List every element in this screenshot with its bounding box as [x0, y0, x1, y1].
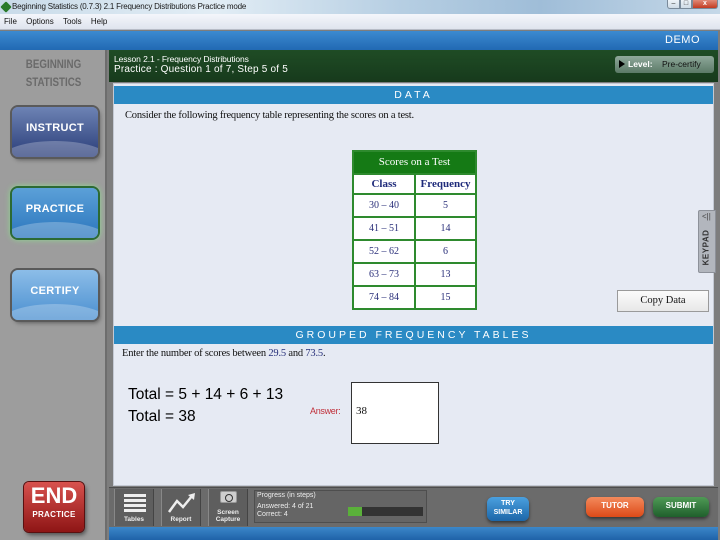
app-window: Beginning Statistics (0.7.3) 2.1 Frequen… [0, 0, 720, 540]
lesson-title: Lesson 2.1 - Frequency Distributions [114, 54, 249, 64]
menu-file[interactable]: File [4, 14, 17, 30]
screen-capture-button[interactable]: Screen Capture [208, 489, 248, 526]
report-label: Report [170, 516, 192, 523]
capture-label-line-2: Capture [215, 516, 241, 523]
question-prompt: Enter the number of scores between 29.5 … [122, 348, 326, 359]
answer-label: Answer: [310, 406, 341, 416]
close-button[interactable]: x [692, 0, 718, 9]
work-annotation: Total = 5 + 14 + 6 + 13 Total = 38 [128, 384, 283, 428]
frequency-cell: 15 [416, 287, 475, 308]
submit-button[interactable]: SUBMIT [653, 497, 709, 517]
table-row: 30 – 40 5 [354, 195, 475, 216]
try-label: TRY [501, 500, 515, 507]
header-frequency: Frequency [416, 175, 475, 193]
table-row: 41 – 51 14 [354, 218, 475, 239]
play-triangle-icon [619, 60, 625, 68]
menu-bar: File Options Tools Help [0, 14, 720, 30]
work-line-1: Total = 5 + 14 + 6 + 13 [128, 386, 284, 403]
similar-label: SIMILAR [493, 509, 523, 516]
lesson-subtitle: Practice : Question 1 of 7, Step 5 of 5 [114, 64, 289, 75]
footer-bar [109, 527, 718, 540]
class-cell: 74 – 84 [354, 287, 414, 308]
end-practice-button[interactable]: END PRACTICE [24, 482, 84, 532]
capture-label: Screen Capture [209, 509, 247, 523]
grouped-section-heading: GROUPED FREQUENCY TABLES [114, 326, 713, 344]
keypad-tab[interactable]: <|| KEYPAD [698, 210, 716, 273]
frequency-table: Scores on a Test Class Frequency 30 – 40… [352, 150, 477, 310]
app-logo: BEGINNING STATISTICS [8, 56, 99, 92]
lesson-header: Lesson 2.1 - Frequency Distributions Pra… [109, 50, 718, 82]
end-sub-label: PRACTICE [32, 510, 76, 519]
tables-button[interactable]: Tables [114, 489, 154, 526]
prompt-end: . [322, 348, 326, 359]
answered-count: Answered: 4 of 21 [257, 503, 314, 510]
frequency-cell: 13 [416, 264, 475, 285]
work-line-2: Total = 38 [128, 408, 196, 425]
table-row: 63 – 73 13 [354, 264, 475, 285]
demo-badge: DEMO [665, 34, 700, 46]
trend-chart-icon [167, 493, 195, 513]
upper-bound: 73.5 [305, 348, 323, 359]
header-class: Class [354, 175, 414, 193]
end-label: END [30, 483, 78, 508]
top-header: DEMO [0, 31, 718, 50]
window-title: Beginning Statistics (0.7.3) 2.1 Frequen… [12, 2, 247, 11]
camera-icon [220, 491, 237, 503]
progress-panel: Progress (in steps) Answered: 4 of 21 Co… [254, 490, 427, 523]
tutor-button[interactable]: TUTOR [586, 497, 644, 517]
class-cell: 30 – 40 [354, 195, 414, 216]
app-icon [0, 1, 12, 13]
report-button[interactable]: Report [161, 489, 201, 526]
expand-chevron-icon: <|| [702, 212, 711, 221]
class-cell: 41 – 51 [354, 218, 414, 239]
try-similar-button[interactable]: TRY SIMILAR [487, 497, 529, 521]
tables-label: Tables [123, 516, 145, 523]
keypad-label: KEYPAD [701, 229, 711, 266]
answer-input[interactable]: 38 [351, 382, 439, 444]
practice-button[interactable]: PRACTICE [12, 188, 98, 238]
table-header-row: Class Frequency [354, 175, 475, 193]
frequency-cell: 6 [416, 241, 475, 262]
level-value: Pre-certify [662, 59, 701, 69]
copy-data-button[interactable]: Copy Data [617, 290, 709, 312]
level-button[interactable]: Level: Pre-certify [615, 56, 714, 73]
menu-help[interactable]: Help [91, 14, 107, 30]
certify-button[interactable]: CERTIFY [12, 270, 98, 320]
menu-options[interactable]: Options [26, 14, 54, 30]
window-title-bar: Beginning Statistics (0.7.3) 2.1 Frequen… [0, 0, 720, 14]
logo-line-1: BEGINNING [25, 59, 82, 71]
correct-count: Correct: 4 [257, 511, 288, 518]
minimize-button[interactable]: – [667, 0, 680, 9]
table-row: 52 – 62 6 [354, 241, 475, 262]
class-cell: 63 – 73 [354, 264, 414, 285]
progress-title: Progress (in steps) [257, 492, 316, 499]
table-caption: Scores on a Test [354, 152, 475, 173]
capture-label-line-1: Screen [217, 509, 239, 516]
instruct-button[interactable]: INSTRUCT [12, 107, 98, 157]
bottom-toolbar: Tables Report Screen Capture Progress (in… [109, 487, 718, 527]
menu-tools[interactable]: Tools [63, 14, 82, 30]
lower-bound: 29.5 [268, 348, 286, 359]
table-row: 74 – 84 15 [354, 287, 475, 308]
progress-bar-fill [348, 507, 363, 516]
logo-line-2: STATISTICS [25, 77, 82, 89]
data-section-heading: DATA [114, 86, 713, 104]
progress-bar [348, 507, 423, 516]
sidebar: BEGINNING STATISTICS INSTRUCT PRACTICE C… [0, 50, 107, 540]
class-cell: 52 – 62 [354, 241, 414, 262]
frequency-cell: 5 [416, 195, 475, 216]
content-panel: DATA Consider the following frequency ta… [113, 83, 714, 486]
tables-icon [124, 494, 146, 512]
data-prompt: Consider the following frequency table r… [125, 110, 414, 121]
prompt-and: and [285, 348, 306, 359]
maximize-button[interactable]: □ [680, 0, 692, 9]
level-label: Level: [628, 59, 653, 69]
frequency-cell: 14 [416, 218, 475, 239]
prompt-text: Enter the number of scores between [122, 348, 269, 359]
